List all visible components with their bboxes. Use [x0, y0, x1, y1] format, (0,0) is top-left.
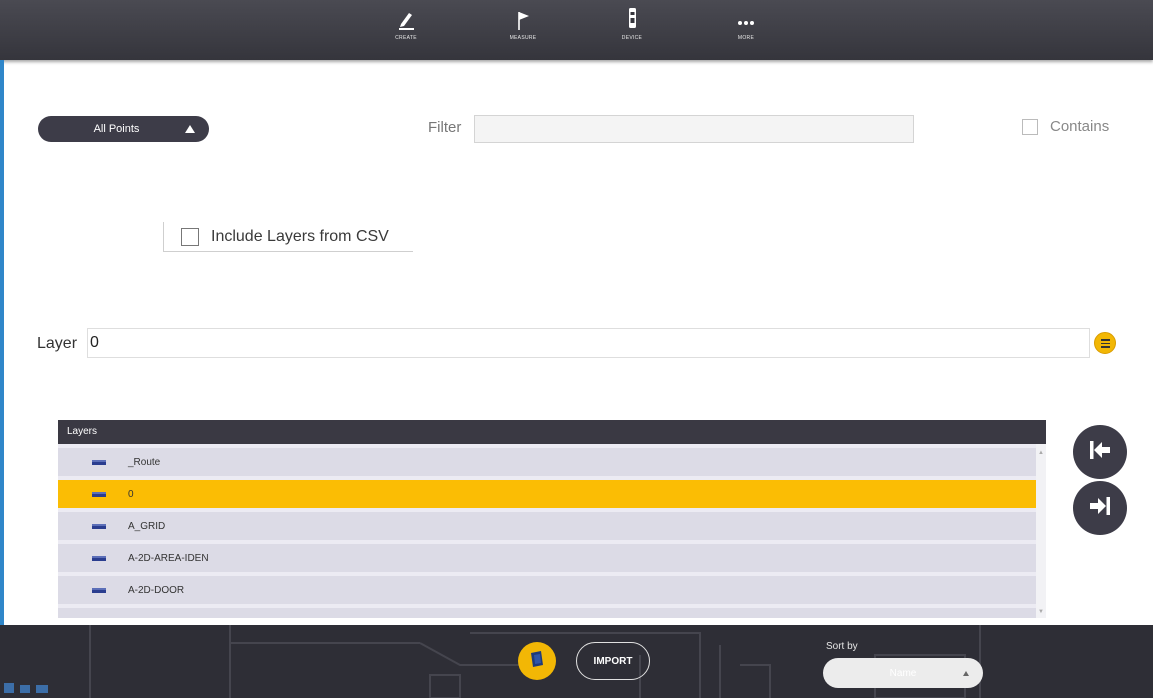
scroll-up-icon[interactable]: ▲: [1038, 450, 1044, 456]
layers-list-header: Layers: [58, 420, 1046, 444]
layer-row-a-grid[interactable]: A_GRID: [58, 512, 1036, 540]
window-frame-edge: [0, 60, 4, 625]
layer-row-name: 0: [128, 488, 134, 500]
layer-card-icon: [526, 648, 548, 675]
contains-checkbox-group[interactable]: Contains: [1022, 118, 1109, 135]
skip-to-end-icon: [1086, 494, 1114, 523]
top-nav-bar: CREATE MEASURE DEVICE MORE: [0, 0, 1153, 60]
layer-icon: [92, 587, 106, 593]
sort-by-dropdown[interactable]: Name: [823, 658, 983, 688]
nav-create-button[interactable]: CREATE: [376, 6, 436, 50]
nav-more-button[interactable]: MORE: [716, 6, 776, 50]
sort-by-value: Name: [889, 667, 917, 679]
more-dots-icon: [716, 6, 776, 34]
layer-action-button[interactable]: [518, 642, 556, 680]
layer-row-partial: [58, 608, 1036, 618]
layer-row-a-2d-door[interactable]: A-2D-DOOR: [58, 576, 1036, 604]
import-button[interactable]: IMPORT: [576, 642, 650, 680]
layer-row-a-2d-area-iden[interactable]: A-2D-AREA-IDEN: [58, 544, 1036, 572]
layer-row-name: A-2D-AREA-IDEN: [128, 552, 209, 564]
nav-more-label: MORE: [737, 35, 755, 41]
filter-label: Filter: [428, 119, 462, 136]
layer-row-0-selected[interactable]: 0: [58, 480, 1036, 508]
nav-measure-label: MEASURE: [509, 35, 537, 41]
layer-label: Layer: [37, 335, 78, 352]
filter-input[interactable]: [474, 115, 914, 143]
layer-icon: [92, 555, 106, 561]
flag-icon: [493, 6, 553, 34]
layer-row-name: _Route: [128, 456, 161, 468]
layer-icon: [92, 523, 106, 529]
scroll-down-icon[interactable]: ▼: [1038, 609, 1044, 615]
nav-create-label: CREATE: [395, 35, 417, 41]
include-csv-label: Include Layers from CSV: [211, 227, 389, 245]
layer-row-name: A_GRID: [128, 520, 166, 532]
layer-row-route[interactable]: _Route: [58, 448, 1036, 476]
sort-by-label: Sort by: [826, 641, 858, 652]
jump-to-last-button[interactable]: [1073, 481, 1127, 535]
layer-input[interactable]: 0: [87, 328, 1090, 358]
contains-checkbox[interactable]: [1022, 118, 1038, 135]
nav-device-button[interactable]: DEVICE: [602, 6, 662, 50]
layer-icon: [92, 491, 106, 497]
jump-to-first-button[interactable]: [1073, 425, 1127, 479]
contains-label: Contains: [1050, 118, 1110, 135]
skip-to-start-icon: [1086, 438, 1114, 467]
layer-list-menu-button[interactable]: [1094, 332, 1116, 354]
layers-scrollbar[interactable]: ▲ ▼: [1036, 444, 1046, 618]
pencil-icon: [376, 6, 436, 34]
points-scope-dropdown[interactable]: All Points: [38, 116, 209, 142]
triangle-up-icon: [185, 125, 195, 133]
nav-measure-button[interactable]: MEASURE: [493, 6, 553, 50]
layer-row-name: A-2D-DOOR: [128, 584, 185, 596]
device-icon: [602, 6, 662, 34]
triangle-up-icon: [963, 670, 969, 676]
include-csv-layers-toggle[interactable]: Include Layers from CSV: [163, 222, 413, 252]
nav-device-label: DEVICE: [621, 35, 643, 41]
layers-list: Layers _Route 0 A_GRID A-2D-AREA-IDEN A-…: [58, 420, 1046, 618]
include-csv-checkbox[interactable]: [181, 227, 199, 246]
layer-icon: [92, 459, 106, 465]
points-scope-label: All Points: [93, 123, 140, 135]
